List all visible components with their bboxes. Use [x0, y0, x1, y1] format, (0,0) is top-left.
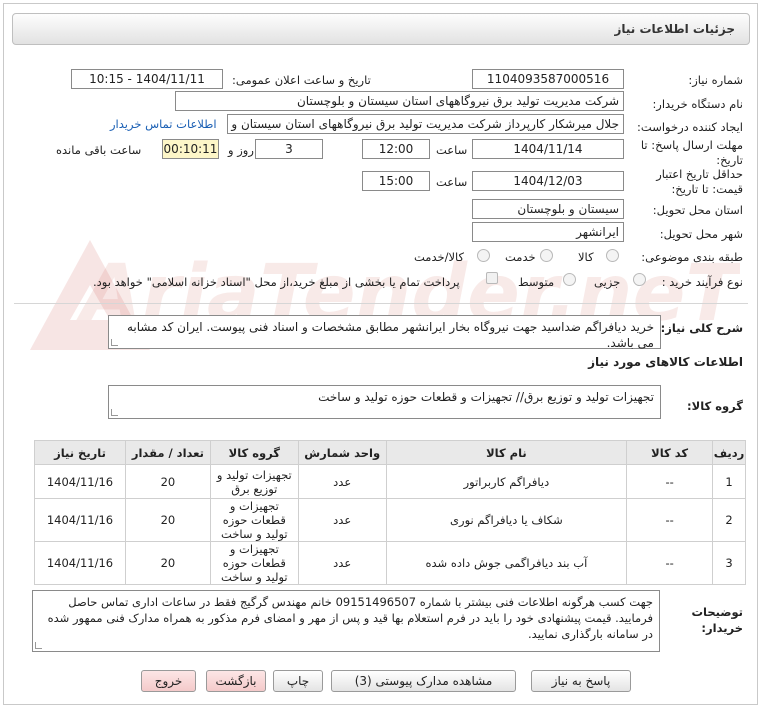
table-row[interactable]: 2 -- شکاف یا دیافراگم نوری عدد تجهیزات و…: [34, 498, 746, 542]
announce-field[interactable]: 1404/11/11 - 10:15: [71, 69, 223, 89]
cell-qty: 20: [125, 498, 211, 542]
treasury-checkbox[interactable]: [486, 272, 498, 284]
province-label: استان محل تحویل:: [652, 203, 743, 217]
col-group: گروه کالا: [209, 440, 299, 465]
city-label: شهر محل تحویل:: [659, 227, 743, 241]
validity-time-label: ساعت: [436, 175, 468, 189]
announce-label: تاریخ و ساعت اعلان عمومی:: [232, 73, 371, 87]
cell-row: 3: [712, 541, 746, 585]
goods-group-textarea[interactable]: تجهیزات تولید و توزیع برق// تجهیزات و قط…: [108, 385, 661, 419]
divider: [14, 303, 748, 304]
cell-name: شکاف یا دیافراگم نوری: [385, 498, 628, 542]
back-button[interactable]: بازگشت: [206, 670, 266, 692]
description-label: شرح کلی نیاز:: [660, 321, 743, 335]
category-option-service: خدمت: [505, 250, 536, 264]
goods-section-title: اطلاعات کالاهای مورد نیاز: [588, 355, 743, 369]
category-radio-both[interactable]: [477, 249, 490, 262]
process-radio-medium[interactable]: [563, 273, 576, 286]
resize-grip-icon[interactable]: [111, 339, 118, 346]
days-label: روز و: [228, 143, 254, 157]
exit-button[interactable]: خروج: [141, 670, 196, 692]
print-button[interactable]: چاپ: [273, 670, 323, 692]
table-row[interactable]: 3 -- آب بند دیافراگمی جوش داده شده عدد ت…: [34, 541, 746, 585]
treasury-note: پرداخت تمام یا بخشی از مبلغ خرید،از محل …: [93, 275, 460, 289]
days-field[interactable]: 3: [255, 139, 323, 159]
table-row[interactable]: 1 -- دیافراگم کاربراتور عدد تجهیزات تولی…: [34, 464, 746, 499]
cell-qty: 20: [125, 541, 211, 585]
category-label: طبقه بندی موضوعی:: [641, 250, 743, 264]
col-date: تاریخ نیاز: [34, 440, 126, 465]
cell-row: 1: [712, 464, 746, 499]
cell-name: آب بند دیافراگمی جوش داده شده: [385, 541, 628, 585]
col-code: کد کالا: [626, 440, 714, 465]
validity-date-field[interactable]: 1404/12/03: [472, 171, 624, 191]
remaining-time-field[interactable]: 00:10:11: [162, 139, 219, 159]
process-option-medium: متوسط: [518, 275, 555, 289]
cell-code: --: [626, 464, 714, 499]
buyer-notes-textarea[interactable]: جهت کسب هرگونه اطلاعات فنی بیشتر با شمار…: [32, 590, 660, 652]
col-name: نام کالا: [385, 440, 628, 465]
deadline-date-field[interactable]: 1404/11/14: [472, 139, 624, 159]
col-unit: واحد شمارش: [297, 440, 387, 465]
process-radio-minor[interactable]: [633, 273, 646, 286]
category-radio-goods[interactable]: [606, 249, 619, 262]
province-field[interactable]: سیستان و بلوچستان: [472, 199, 624, 219]
description-textarea[interactable]: خرید دیافراگم ضداسید جهت نیروگاه بخار ای…: [108, 315, 661, 350]
cell-date: 1404/11/16: [34, 464, 126, 499]
reply-button[interactable]: پاسخ به نیاز: [531, 670, 631, 692]
remaining-label: ساعت باقی مانده: [56, 143, 142, 157]
cell-qty: 20: [125, 464, 211, 499]
deadline-label-2: تاریخ:: [716, 153, 743, 167]
goods-group-text: تجهیزات تولید و توزیع برق// تجهیزات و قط…: [318, 390, 654, 404]
buyer-org-field[interactable]: شرکت مدیریت تولید برق نیروگاههای استان س…: [175, 91, 624, 111]
goods-group-label: گروه کالا:: [687, 399, 743, 413]
items-table: ردیف کد کالا نام کالا واحد شمارش گروه کا…: [34, 440, 746, 585]
category-option-goods: کالا: [578, 250, 594, 264]
cell-row: 2: [712, 498, 746, 542]
table-header-row: ردیف کد کالا نام کالا واحد شمارش گروه کا…: [34, 440, 746, 465]
resize-grip-icon[interactable]: [35, 642, 42, 649]
contact-info-link[interactable]: اطلاعات تماس خریدار: [110, 117, 217, 131]
col-row: ردیف: [712, 440, 746, 465]
validity-label: حداقل تاریخ اعتبار: [656, 167, 743, 181]
col-qty: تعداد / مقدار: [125, 440, 211, 465]
need-number-label: شماره نیاز:: [688, 73, 743, 87]
deadline-time-field[interactable]: 12:00: [362, 139, 430, 159]
description-text: خرید دیافراگم ضداسید جهت نیروگاه بخار ای…: [126, 320, 654, 350]
buyer-notes-label-2: خریدار:: [701, 621, 743, 635]
view-attachments-button[interactable]: مشاهده مدارک پیوستی (3): [331, 670, 516, 692]
creator-field[interactable]: جلال میرشکار کارپرداز شرکت مدیریت تولید …: [227, 114, 624, 134]
cell-group: تجهیزات و قطعات حوزه تولید و ساخت: [209, 541, 299, 585]
cell-unit: عدد: [297, 541, 387, 585]
page-title: جزئیات اطلاعات نیاز: [614, 22, 735, 36]
deadline-label: مهلت ارسال پاسخ: تا: [640, 138, 743, 152]
need-number-field[interactable]: 1104093587000516: [472, 69, 624, 89]
buyer-notes-text: جهت کسب هرگونه اطلاعات فنی بیشتر با شمار…: [47, 595, 653, 641]
buyer-notes-label: توضیحات: [691, 605, 744, 619]
validity-time-field[interactable]: 15:00: [362, 171, 430, 191]
cell-code: --: [626, 541, 714, 585]
cell-date: 1404/11/16: [34, 541, 126, 585]
creator-label: ایجاد کننده درخواست:: [637, 120, 743, 134]
deadline-time-label: ساعت: [436, 143, 468, 157]
cell-date: 1404/11/16: [34, 498, 126, 542]
process-label: نوع فرآیند خرید :: [661, 275, 743, 289]
cell-group: تجهیزات و قطعات حوزه تولید و ساخت: [209, 498, 299, 542]
validity-label-2: قیمت: تا تاریخ:: [671, 182, 743, 196]
cell-group: تجهیزات تولید و توزیع برق: [209, 464, 299, 499]
cell-code: --: [626, 498, 714, 542]
process-option-minor: جزیی: [594, 275, 621, 289]
category-radio-service[interactable]: [540, 249, 553, 262]
category-option-both: کالا/خدمت: [414, 250, 465, 264]
city-field[interactable]: ایرانشهر: [472, 222, 624, 242]
cell-unit: عدد: [297, 464, 387, 499]
resize-grip-icon[interactable]: [111, 409, 118, 416]
title-bar: جزئیات اطلاعات نیاز: [12, 13, 750, 45]
cell-name: دیافراگم کاربراتور: [385, 464, 628, 499]
buyer-org-label: نام دستگاه خریدار:: [652, 97, 743, 111]
cell-unit: عدد: [297, 498, 387, 542]
